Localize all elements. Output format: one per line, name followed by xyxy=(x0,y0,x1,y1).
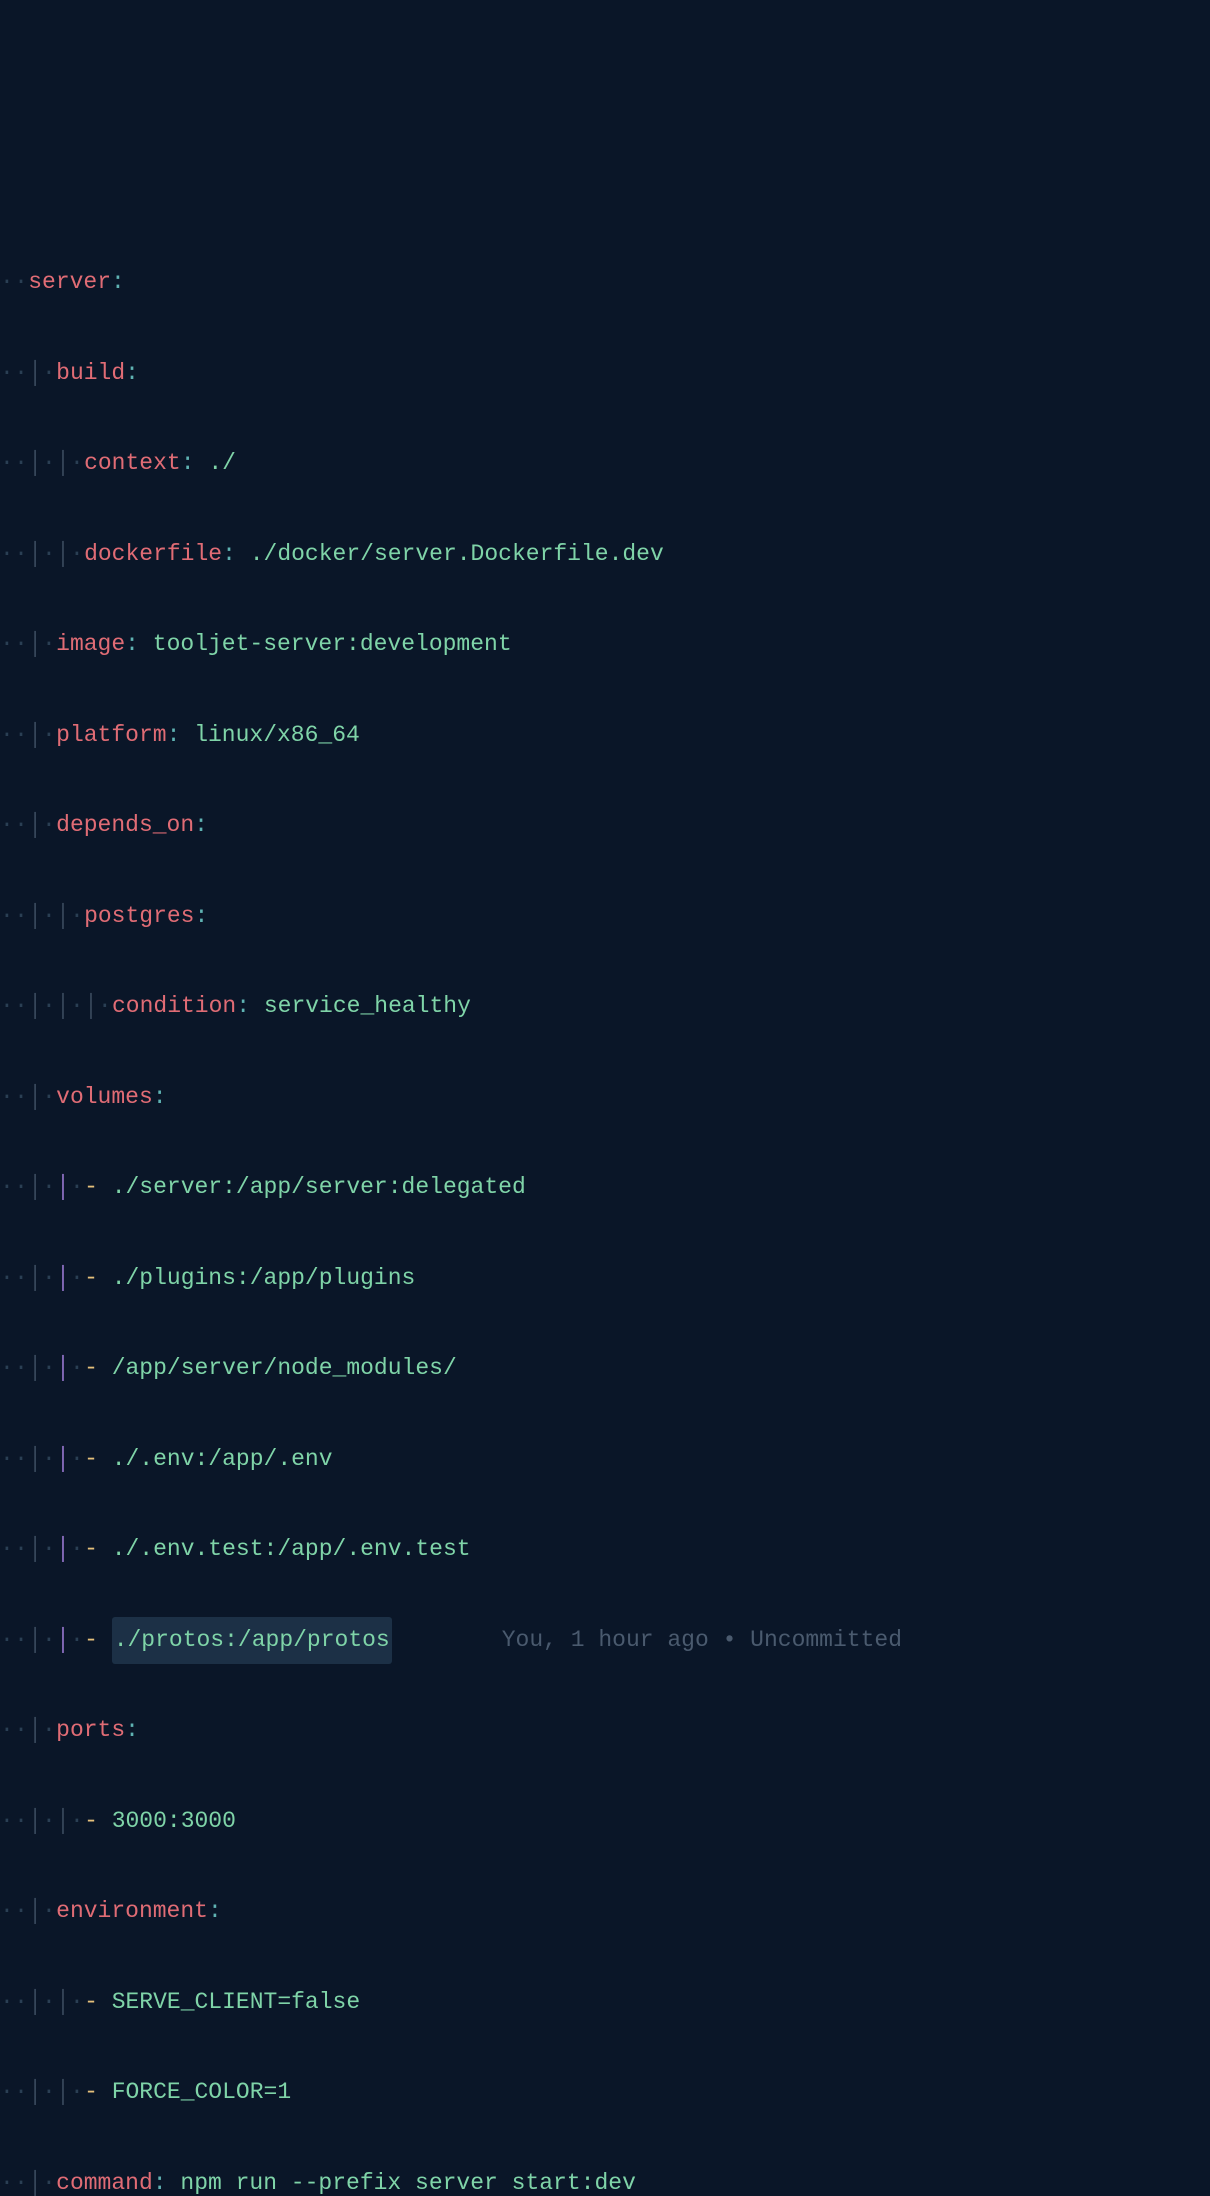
yaml-key: build xyxy=(56,351,125,396)
yaml-list-item: ./server:/app/server:delegated xyxy=(112,1165,526,1210)
code-line[interactable]: ··│·│·- /app/server/node_modules/ xyxy=(0,1346,1210,1392)
yaml-list-item: /app/server/node_modules/ xyxy=(112,1346,457,1391)
code-line[interactable]: ··│·build: xyxy=(0,351,1210,397)
yaml-key: context xyxy=(84,441,181,486)
yaml-list-item: SERVE_CLIENT=false xyxy=(112,1980,360,2025)
yaml-list-item: ./plugins:/app/plugins xyxy=(112,1256,416,1301)
yaml-list-item: FORCE_COLOR=1 xyxy=(112,2070,291,2115)
yaml-value: ./ xyxy=(208,441,236,486)
yaml-key: volumes xyxy=(56,1075,153,1120)
yaml-list-item: 3000:3000 xyxy=(112,1799,236,1844)
yaml-key: condition xyxy=(112,984,236,1029)
yaml-key: dockerfile xyxy=(84,532,222,577)
yaml-key: depends_on xyxy=(56,803,194,848)
yaml-key: ports xyxy=(56,1708,125,1753)
code-line[interactable]: ··│·image: tooljet-server:development xyxy=(0,622,1210,668)
yaml-key: command xyxy=(56,2161,153,2196)
code-line[interactable]: ··│·│·- ./plugins:/app/plugins xyxy=(0,1256,1210,1302)
yaml-list-item-highlighted: ./protos:/app/protos xyxy=(112,1617,392,1664)
code-line[interactable]: ··│·│·- FORCE_COLOR=1 xyxy=(0,2070,1210,2116)
code-line[interactable]: ··│·│·context: ./ xyxy=(0,441,1210,487)
yaml-value: tooljet-server:development xyxy=(153,622,512,667)
yaml-list-item: ./.env.test:/app/.env.test xyxy=(112,1527,471,1572)
yaml-key: platform xyxy=(56,713,166,758)
code-editor[interactable]: ··server: ··│·build: ··│·│·context: ./ ·… xyxy=(0,180,1210,2196)
code-line[interactable]: ··│·│·- ./.env.test:/app/.env.test xyxy=(0,1527,1210,1573)
code-line[interactable]: ··│·│·- ./server:/app/server:delegated xyxy=(0,1165,1210,1211)
code-line[interactable]: ··│·command: npm run --prefix server sta… xyxy=(0,2161,1210,2196)
code-line[interactable]: ··│·│·- SERVE_CLIENT=false xyxy=(0,1980,1210,2026)
yaml-value: service_healthy xyxy=(264,984,471,1029)
code-line[interactable]: ··│·│·│·condition: service_healthy xyxy=(0,984,1210,1030)
yaml-list-item: ./.env:/app/.env xyxy=(112,1437,333,1482)
code-line[interactable]: ··│·environment: xyxy=(0,1889,1210,1935)
yaml-value: linux/x86_64 xyxy=(194,713,360,758)
code-line[interactable]: ··│·volumes: xyxy=(0,1075,1210,1121)
code-line[interactable]: ··│·│·postgres: xyxy=(0,894,1210,940)
code-line[interactable]: ··│·platform: linux/x86_64 xyxy=(0,713,1210,759)
code-line[interactable]: ··│·depends_on: xyxy=(0,803,1210,849)
code-line[interactable]: ··│·│·- ./protos:/app/protosYou, 1 hour … xyxy=(0,1618,1210,1664)
yaml-value: ./docker/server.Dockerfile.dev xyxy=(250,532,664,577)
code-line[interactable]: ··│·│·dockerfile: ./docker/server.Docker… xyxy=(0,532,1210,578)
yaml-value: npm run --prefix server start:dev xyxy=(180,2161,635,2196)
yaml-key: image xyxy=(56,622,125,667)
code-line[interactable]: ··│·│·- 3000:3000 xyxy=(0,1799,1210,1845)
code-line[interactable]: ··│·ports: xyxy=(0,1708,1210,1754)
yaml-key: environment xyxy=(56,1889,208,1934)
code-line[interactable]: ··server: xyxy=(0,260,1210,306)
code-line[interactable]: ··│·│·- ./.env:/app/.env xyxy=(0,1437,1210,1483)
yaml-key: postgres xyxy=(84,894,194,939)
git-blame-annotation: You, 1 hour ago • Uncommitted xyxy=(502,1618,902,1663)
yaml-key: server xyxy=(28,260,111,305)
